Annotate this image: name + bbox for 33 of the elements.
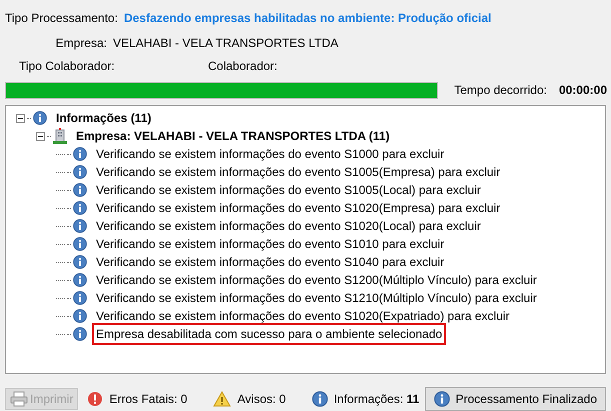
- elapsed-label: Tempo decorrido:: [454, 82, 547, 99]
- info-icon: [73, 165, 87, 179]
- info-icon: [33, 111, 47, 125]
- printer-icon: [10, 391, 28, 407]
- status-count: Avisos: 0: [237, 391, 286, 408]
- info-icon: [73, 291, 87, 305]
- info-icon: [312, 391, 328, 407]
- info-icon: [73, 219, 87, 233]
- tree-item[interactable]: Empresa desabilitada com sucesso para o ambiente selecionado: [92, 323, 446, 345]
- info-icon: [73, 183, 87, 197]
- field-label: Colaborador:: [208, 58, 278, 75]
- elapsed-time: 00:00:00: [558, 82, 607, 99]
- info-icon: [434, 391, 450, 407]
- field-label: Tipo Colaborador:: [19, 58, 116, 75]
- field-label: Tipo Processamento:: [5, 10, 118, 27]
- field-value: VELAHABI - VELA TRANSPORTES LTDA: [113, 35, 338, 52]
- info-icon: [73, 237, 87, 251]
- building-icon: [53, 128, 67, 144]
- finish-button[interactable]: Processamento Finalizado: [424, 387, 606, 411]
- info-icon: [73, 273, 87, 287]
- info-icon: [73, 255, 87, 269]
- info-icon: [73, 327, 87, 341]
- collapse-toggle[interactable]: [16, 114, 25, 122]
- info-icon: [73, 309, 87, 323]
- status-count: Informações: 11: [334, 391, 420, 408]
- status-count: Erros Fatais: 0: [109, 391, 188, 408]
- warning-icon: [213, 391, 232, 407]
- error-icon: [87, 391, 104, 407]
- collapse-toggle[interactable]: [36, 132, 45, 140]
- info-icon: [73, 201, 87, 215]
- field-value: Desfazendo empresas habilitadas no ambiente: Produção oficial: [124, 10, 492, 27]
- field-label: Empresa:: [54, 35, 107, 52]
- info-icon: [73, 147, 87, 161]
